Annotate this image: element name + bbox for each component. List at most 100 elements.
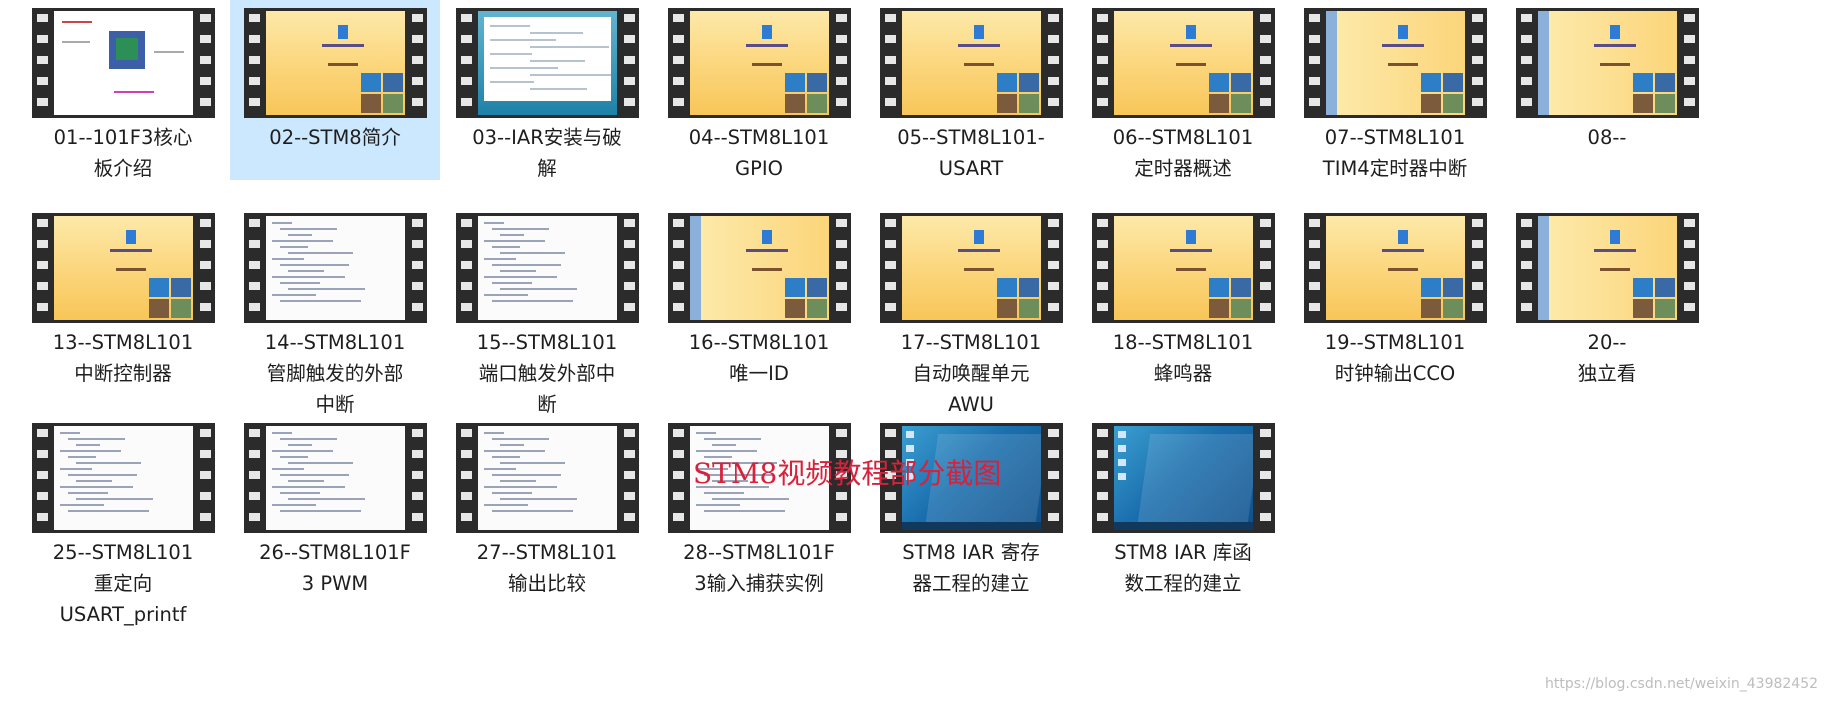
video-file-item[interactable]: 19--STM8L101 时钟输出CCO xyxy=(1290,205,1500,385)
film-strip-icon xyxy=(244,8,264,118)
video-file-name: 28--STM8L101F 3输入捕获实例 xyxy=(683,541,835,595)
video-thumbnail xyxy=(32,8,215,118)
film-strip-icon xyxy=(1092,213,1112,323)
video-thumbnail xyxy=(244,213,427,323)
video-file-item[interactable]: 16--STM8L101 唯一ID xyxy=(654,205,864,385)
video-file-name: 03--IAR安装与破 解 xyxy=(472,126,622,180)
film-strip-icon xyxy=(1092,423,1112,533)
video-file-name: STM8 IAR 库函 数工程的建立 xyxy=(1114,541,1252,595)
video-file-name: 04--STM8L101 GPIO xyxy=(688,126,830,180)
video-file-name: 20-- 独立看 xyxy=(1577,331,1637,385)
film-strip-icon xyxy=(1255,8,1275,118)
video-file-item[interactable]: 27--STM8L101 输出比较 xyxy=(442,415,652,595)
video-file-name: 17--STM8L101 自动唤醒单元 AWU xyxy=(900,331,1042,416)
video-file-name: 02--STM8简介 xyxy=(269,126,401,149)
video-thumbnail xyxy=(880,213,1063,323)
video-file-item[interactable]: STM8 IAR 库函 数工程的建立 xyxy=(1078,415,1288,595)
video-file-item[interactable]: 15--STM8L101 端口触发外部中 断 xyxy=(442,205,652,416)
film-strip-icon xyxy=(244,213,264,323)
video-file-item[interactable]: 03--IAR安装与破 解 xyxy=(442,0,652,180)
video-file-name: 19--STM8L101 时钟输出CCO xyxy=(1324,331,1466,385)
video-thumbnail xyxy=(1516,8,1699,118)
video-thumbnail xyxy=(1304,8,1487,118)
video-file-name: 08-- xyxy=(1587,126,1627,149)
film-strip-icon xyxy=(1043,423,1063,533)
video-thumbnail xyxy=(880,8,1063,118)
film-strip-icon xyxy=(32,423,52,533)
video-thumbnail xyxy=(1092,423,1275,533)
video-thumbnail xyxy=(668,213,851,323)
video-file-name: 07--STM8L101 TIM4定时器中断 xyxy=(1322,126,1468,180)
film-strip-icon xyxy=(668,213,688,323)
video-thumbnail xyxy=(244,423,427,533)
video-thumbnail xyxy=(32,423,215,533)
film-strip-icon xyxy=(619,423,639,533)
film-strip-icon xyxy=(1043,213,1063,323)
video-file-name: 16--STM8L101 唯一ID xyxy=(688,331,830,385)
video-file-item[interactable]: 20-- 独立看 xyxy=(1502,205,1712,385)
video-file-item[interactable]: 01--101F3核心 板介绍 xyxy=(18,0,228,180)
film-strip-icon xyxy=(244,423,264,533)
video-thumbnail xyxy=(668,8,851,118)
video-file-name: 26--STM8L101F 3 PWM xyxy=(259,541,411,595)
video-thumbnail xyxy=(1516,213,1699,323)
video-file-item[interactable]: 07--STM8L101 TIM4定时器中断 xyxy=(1290,0,1500,180)
video-file-item[interactable]: 14--STM8L101 管脚触发的外部 中断 xyxy=(230,205,440,416)
film-strip-icon xyxy=(1043,8,1063,118)
video-file-name: 14--STM8L101 管脚触发的外部 中断 xyxy=(264,331,406,416)
video-thumbnail xyxy=(244,8,427,118)
film-strip-icon xyxy=(195,423,215,533)
video-file-item[interactable]: 06--STM8L101 定时器概述 xyxy=(1078,0,1288,180)
video-file-item[interactable]: 17--STM8L101 自动唤醒单元 AWU xyxy=(866,205,1076,416)
overlay-title: STM8视频教程部分截图 xyxy=(693,457,1002,490)
film-strip-icon xyxy=(831,213,851,323)
video-file-name: STM8 IAR 寄存 器工程的建立 xyxy=(902,541,1040,595)
film-strip-icon xyxy=(32,8,52,118)
film-strip-icon xyxy=(831,8,851,118)
film-strip-icon xyxy=(407,213,427,323)
video-file-item[interactable]: 13--STM8L101 中断控制器 xyxy=(18,205,228,385)
film-strip-icon xyxy=(1304,8,1324,118)
video-file-name: 05--STM8L101- USART xyxy=(897,126,1045,180)
video-thumbnail xyxy=(456,423,639,533)
video-thumbnail xyxy=(1092,8,1275,118)
film-strip-icon xyxy=(1516,8,1536,118)
video-file-name: 27--STM8L101 输出比较 xyxy=(476,541,618,595)
video-file-name: 01--101F3核心 板介绍 xyxy=(53,126,193,180)
video-file-item[interactable]: STM8 IAR 寄存 器工程的建立 xyxy=(866,415,1076,595)
film-strip-icon xyxy=(32,213,52,323)
video-thumbnail xyxy=(456,213,639,323)
video-file-name: 06--STM8L101 定时器概述 xyxy=(1112,126,1254,180)
film-strip-icon xyxy=(407,423,427,533)
film-strip-icon xyxy=(1679,213,1699,323)
video-file-item[interactable]: 26--STM8L101F 3 PWM xyxy=(230,415,440,595)
film-strip-icon xyxy=(1467,8,1487,118)
film-strip-icon xyxy=(1255,213,1275,323)
video-file-item[interactable]: 08-- xyxy=(1502,0,1712,180)
film-strip-icon xyxy=(456,423,476,533)
film-strip-icon xyxy=(456,213,476,323)
video-thumbnail xyxy=(1304,213,1487,323)
video-file-item[interactable]: 05--STM8L101- USART xyxy=(866,0,1076,180)
video-file-item[interactable]: 18--STM8L101 蜂鸣器 xyxy=(1078,205,1288,385)
film-strip-icon xyxy=(195,8,215,118)
film-strip-icon xyxy=(1516,213,1536,323)
video-file-item[interactable]: 28--STM8L101F 3输入捕获实例 xyxy=(654,415,864,595)
film-strip-icon xyxy=(1255,423,1275,533)
film-strip-icon xyxy=(880,8,900,118)
film-strip-icon xyxy=(195,213,215,323)
film-strip-icon xyxy=(1304,213,1324,323)
video-thumbnail xyxy=(1092,213,1275,323)
video-file-item[interactable]: 04--STM8L101 GPIO xyxy=(654,0,864,180)
video-thumbnail xyxy=(456,8,639,118)
video-file-name: 18--STM8L101 蜂鸣器 xyxy=(1112,331,1254,385)
film-strip-icon xyxy=(1092,8,1112,118)
video-file-item[interactable]: 02--STM8简介 xyxy=(230,0,440,180)
film-strip-icon xyxy=(1679,8,1699,118)
film-strip-icon xyxy=(407,8,427,118)
video-file-name: 15--STM8L101 端口触发外部中 断 xyxy=(476,331,618,416)
video-file-name: 13--STM8L101 中断控制器 xyxy=(52,331,194,385)
blog-watermark: https://blog.csdn.net/weixin_43982452 xyxy=(1545,676,1819,692)
film-strip-icon xyxy=(668,423,688,533)
video-file-item[interactable]: 25--STM8L101 重定向 USART_printf xyxy=(18,415,228,626)
